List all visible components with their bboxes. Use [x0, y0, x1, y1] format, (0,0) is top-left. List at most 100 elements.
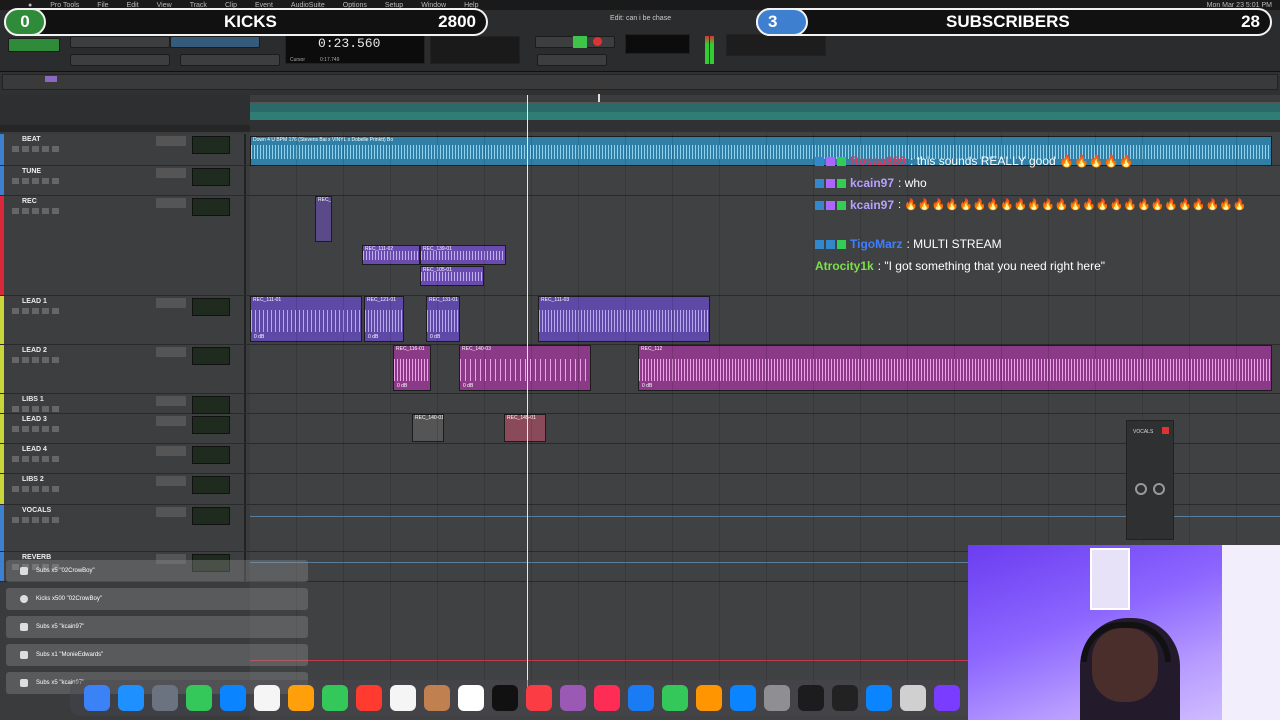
track-buttons[interactable] [12, 178, 62, 184]
track-insert[interactable] [156, 198, 186, 208]
rec-clip-2[interactable]: REC_111-02 [362, 245, 420, 265]
chat-user[interactable]: kcain97 [850, 176, 894, 190]
track-buttons[interactable] [12, 517, 62, 523]
track-io[interactable] [192, 198, 230, 216]
track-buttons[interactable] [12, 208, 62, 214]
obs-icon[interactable] [866, 685, 892, 711]
track-name[interactable]: VOCALS [22, 507, 51, 514]
appletv-icon[interactable] [492, 685, 518, 711]
rec-clip-3[interactable]: REC_139-01 [420, 245, 506, 265]
appstore-icon[interactable] [730, 685, 756, 711]
lead2-clip-3[interactable]: REC_112 0 dB [638, 345, 1272, 391]
track-name[interactable]: LEAD 1 [22, 298, 47, 305]
edit-modes[interactable] [180, 54, 280, 66]
track-name[interactable]: REC [22, 198, 37, 205]
lead1-clip-3[interactable]: REC_131-01 0 dB [426, 296, 460, 342]
podcasts-icon[interactable] [560, 685, 586, 711]
lead1-clip-4[interactable]: REC_111-03 [538, 296, 710, 342]
lead3-clip-2[interactable]: REC_145-01 [504, 414, 546, 442]
edit-tools[interactable] [170, 36, 260, 48]
track-io[interactable] [192, 168, 230, 186]
facetime-icon[interactable] [322, 685, 348, 711]
lead1-clip-1[interactable]: REC_111-01 0 dB [250, 296, 362, 342]
track-name[interactable]: LEAD 3 [22, 416, 47, 423]
ilok-icon[interactable] [832, 685, 858, 711]
track-name[interactable]: LIBS 2 [22, 476, 44, 483]
track-io[interactable] [192, 446, 230, 464]
timeline-ruler[interactable] [250, 95, 1280, 103]
track-buttons[interactable] [12, 146, 62, 152]
track-name[interactable]: LIBS 1 [22, 396, 44, 403]
track-insert[interactable] [156, 298, 186, 308]
universe-view[interactable] [2, 74, 1278, 90]
track-header[interactable]: LIBS 2 [0, 474, 246, 504]
track-io[interactable] [192, 416, 230, 434]
zoom-presets[interactable] [70, 54, 170, 66]
photos-icon[interactable] [288, 685, 314, 711]
chat-user[interactable]: kcain97 [850, 197, 894, 214]
playhead[interactable] [527, 95, 528, 695]
chat-user[interactable]: TigoMarz [850, 237, 902, 251]
disk-utility-icon[interactable] [900, 685, 926, 711]
track-insert[interactable] [156, 347, 186, 357]
track-io[interactable] [192, 298, 230, 316]
track-buttons[interactable] [12, 456, 62, 462]
pan-knob[interactable] [1153, 483, 1165, 495]
track-name[interactable]: BEAT [22, 136, 41, 143]
chat-user[interactable]: Rosaa889 [850, 154, 906, 168]
track-header[interactable]: LEAD 3 [0, 414, 246, 443]
close-icon[interactable] [1162, 427, 1169, 434]
track-insert[interactable] [156, 168, 186, 178]
zoom-controls[interactable] [70, 36, 170, 48]
universe-selection[interactable] [45, 76, 57, 82]
vocals-output-window[interactable]: VOCALS [1126, 420, 1174, 540]
track-buttons[interactable] [12, 357, 62, 363]
rec-clip-1[interactable]: REC_ [315, 196, 332, 242]
track-insert[interactable] [156, 507, 186, 517]
grid-nudge-panel[interactable] [430, 36, 520, 64]
track-io[interactable] [192, 347, 230, 365]
track-insert[interactable] [156, 136, 186, 146]
track-header[interactable]: LEAD 4 [0, 444, 246, 473]
track-name[interactable]: LEAD 4 [22, 446, 47, 453]
track-header[interactable]: TUNE [0, 166, 246, 195]
launchpad-icon[interactable] [152, 685, 178, 711]
rec-clip-4[interactable]: REC_105-01 [420, 266, 484, 286]
transport-nav[interactable] [537, 54, 607, 66]
finder-icon[interactable] [84, 685, 110, 711]
avid-icon[interactable] [934, 685, 960, 711]
track-buttons[interactable] [12, 486, 62, 492]
track-io[interactable] [192, 507, 230, 525]
lead2-clip-2[interactable]: REC_140-03 0 dB [459, 345, 591, 391]
track-header[interactable]: BEAT [0, 134, 246, 165]
pages-icon[interactable] [696, 685, 722, 711]
mode-buttons[interactable] [8, 38, 60, 52]
notes-icon[interactable] [254, 685, 280, 711]
record-button[interactable] [593, 37, 602, 46]
reminders-icon[interactable] [390, 685, 416, 711]
keynote-icon[interactable] [628, 685, 654, 711]
selection-marker[interactable] [598, 94, 600, 102]
chat-user[interactable]: Atrocity1k [815, 259, 874, 273]
track-header[interactable]: LEAD 1 [0, 296, 246, 344]
news-icon[interactable] [594, 685, 620, 711]
mail-icon[interactable] [220, 685, 246, 711]
lead3-clip-1[interactable]: REC_140-01 [412, 414, 444, 442]
volume-knob[interactable] [1135, 483, 1147, 495]
numbers-icon[interactable] [662, 685, 688, 711]
track-header[interactable]: LIBS 1 [0, 394, 246, 414]
track-buttons[interactable] [12, 426, 62, 432]
calendar-icon[interactable] [356, 685, 382, 711]
safari-icon[interactable] [118, 685, 144, 711]
track-insert[interactable] [156, 446, 186, 456]
track-name[interactable]: LEAD 2 [22, 347, 47, 354]
messages-icon[interactable] [186, 685, 212, 711]
main-counter[interactable]: 0:23.560 [318, 36, 380, 51]
track-io[interactable] [192, 136, 230, 154]
track-insert[interactable] [156, 396, 186, 406]
track-io[interactable] [192, 476, 230, 494]
track-insert[interactable] [156, 476, 186, 486]
lead2-clip-1[interactable]: REC_116-01 0 dB [393, 345, 431, 391]
lead1-clip-2[interactable]: REC_121-01 0 dB [364, 296, 404, 342]
pro-tools-icon[interactable] [798, 685, 824, 711]
